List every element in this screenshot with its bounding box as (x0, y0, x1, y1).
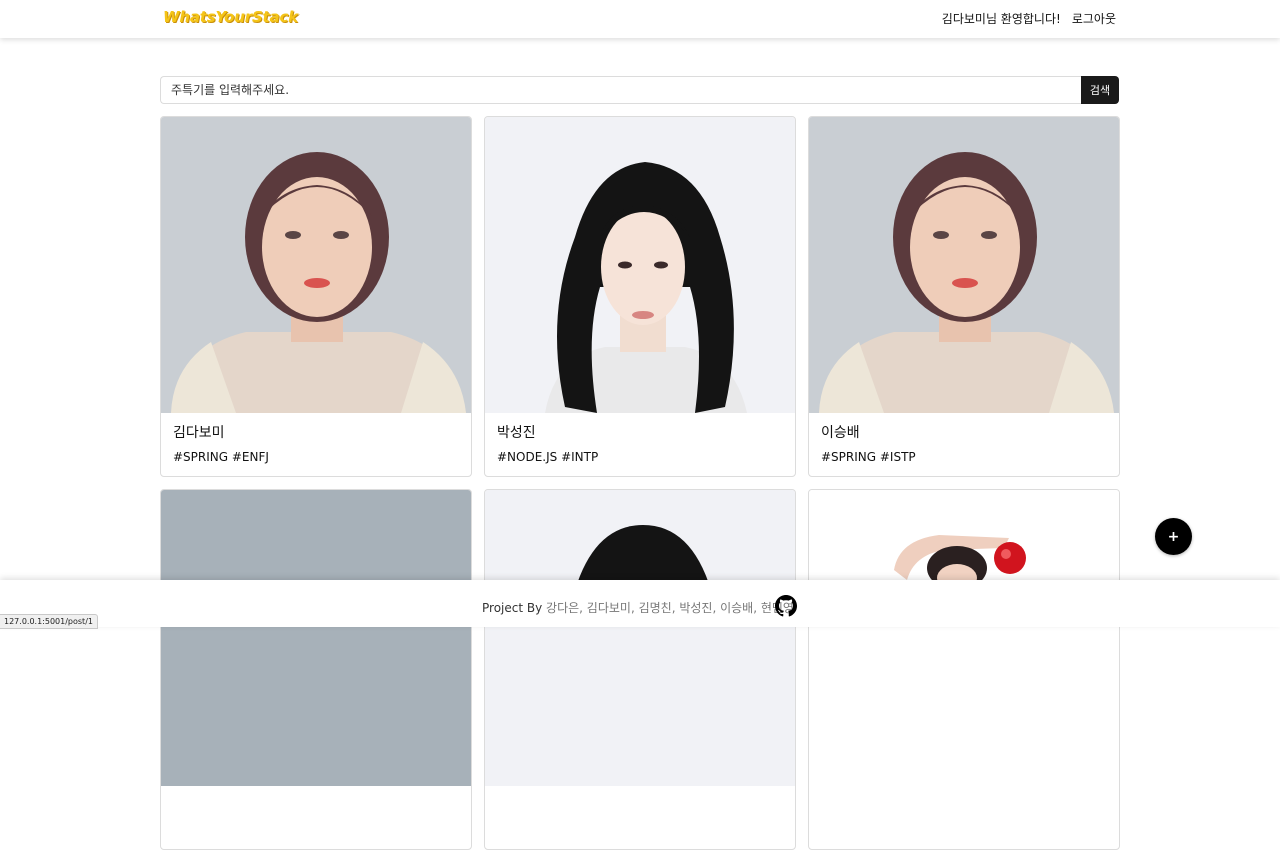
brand-logo[interactable]: WhatsYourStack (163, 8, 298, 26)
card-name: 이승배 (821, 425, 860, 441)
profile-photo (161, 490, 471, 786)
footer: Project By 강다은, 김다보미, 김명친, 박성진, 이승배, 현민영 (0, 580, 1280, 627)
nav-user-area: 김다보미님 환영합니다! 로그아웃 (942, 10, 1116, 27)
top-navbar: WhatsYourStack 김다보미님 환영합니다! 로그아웃 (0, 0, 1280, 38)
profile-photo (161, 117, 471, 413)
profile-card[interactable] (160, 489, 472, 850)
card-body: 이승배 #SPRING #ISTP (809, 413, 1119, 473)
profile-photo (809, 117, 1119, 413)
profile-card[interactable] (808, 489, 1120, 850)
footer-prefix: Project By (482, 601, 547, 615)
card-tags: #SPRING #ENFJ (173, 450, 269, 464)
card-body (809, 786, 1119, 812)
profile-card[interactable]: 김다보미 #SPRING #ENFJ (160, 116, 472, 477)
github-icon[interactable] (775, 595, 797, 617)
card-body: 김다보미 #SPRING #ENFJ (161, 413, 471, 473)
card-body: 박성진 #NODE.JS #INTP (485, 413, 795, 473)
footer-credits: Project By 강다은, 김다보미, 김명친, 박성진, 이승배, 현민영 (482, 599, 794, 616)
card-name: 박성진 (497, 425, 536, 441)
card-body (485, 786, 795, 812)
card-tags: #SPRING #ISTP (821, 450, 916, 464)
card-tags: #NODE.JS #INTP (497, 450, 599, 464)
profile-card[interactable]: 박성진 #NODE.JS #INTP (484, 116, 796, 477)
profile-grid: 김다보미 #SPRING #ENFJ 박성진 #NODE.JS #INTP 이승… (160, 116, 1120, 850)
card-body (161, 786, 471, 812)
search-input[interactable] (160, 76, 1081, 104)
logout-link[interactable]: 로그아웃 (1072, 10, 1116, 27)
add-post-button[interactable]: + (1155, 518, 1192, 555)
search-bar: 검색 (160, 76, 1119, 104)
search-button[interactable]: 검색 (1081, 76, 1119, 104)
welcome-text: 김다보미님 환영합니다! (941, 12, 1061, 26)
profile-card[interactable] (484, 489, 796, 850)
card-name: 김다보미 (173, 425, 225, 441)
profile-photo (485, 490, 795, 786)
footer-names: 강다은, 김다보미, 김명친, 박성진, 이승배, 현민영 (546, 601, 794, 615)
profile-photo (485, 117, 795, 413)
profile-photo (809, 490, 1119, 786)
profile-card[interactable]: 이승배 #SPRING #ISTP (808, 116, 1120, 477)
